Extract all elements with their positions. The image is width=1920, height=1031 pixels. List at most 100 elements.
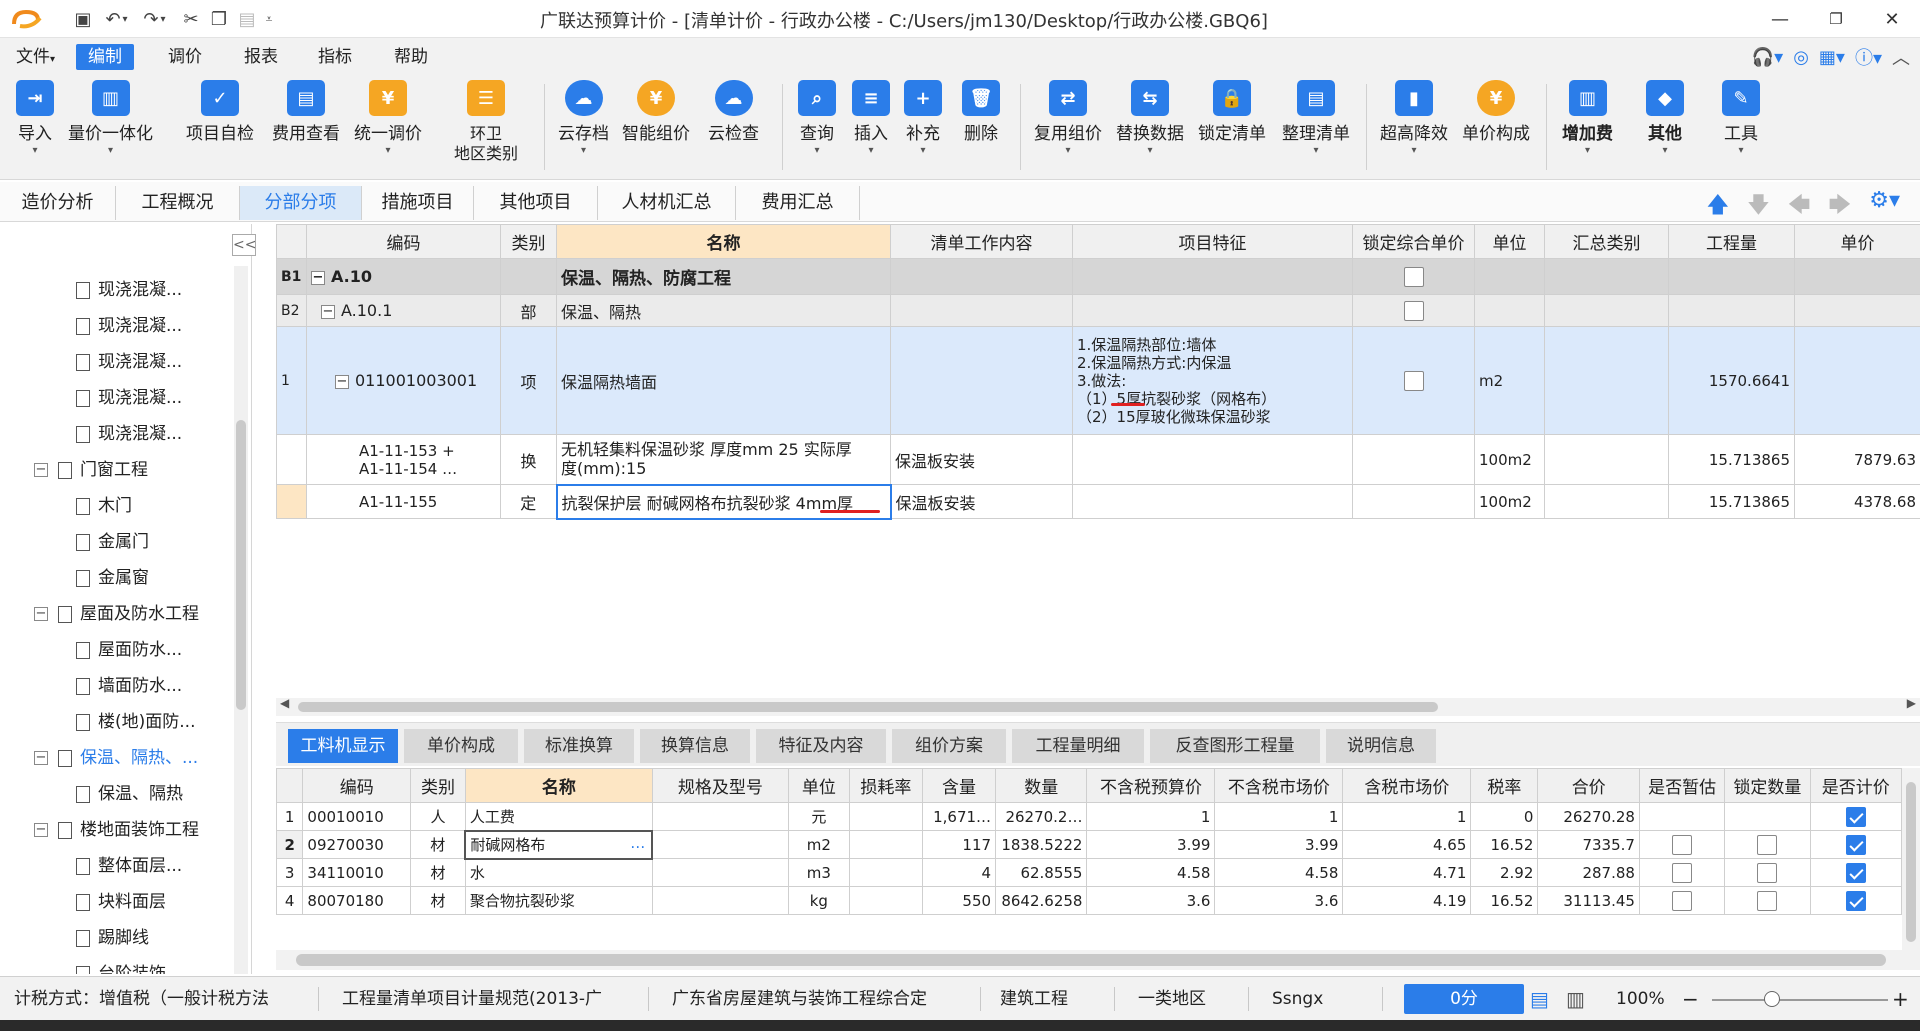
tab-pricing-scheme[interactable]: 组价方案: [892, 729, 1006, 763]
header-lock-quantity[interactable]: 锁定数量: [1724, 768, 1811, 803]
cell-unit[interactable]: m2: [787, 830, 850, 859]
copy-icon[interactable]: ❐: [206, 6, 232, 32]
tab-description[interactable]: 说明信息: [1326, 729, 1436, 763]
cell-content[interactable]: 4: [921, 858, 997, 887]
cell-lockq[interactable]: [1724, 802, 1811, 831]
tree-node[interactable]: 现浇混凝...: [0, 380, 232, 416]
cell-est[interactable]: [1638, 830, 1726, 859]
import-button[interactable]: ⇥ 导入 ▾: [16, 80, 54, 156]
tree-node[interactable]: 金属门: [0, 524, 232, 560]
supplement-button[interactable]: + 补充 ▾: [904, 80, 942, 156]
cell-loss[interactable]: [848, 802, 923, 831]
cell-tax[interactable]: 16.52: [1470, 830, 1539, 859]
organize-button[interactable]: ▤ 整理清单 ▾: [1282, 80, 1350, 156]
header-lock-price[interactable]: 锁定综合单价: [1352, 224, 1475, 259]
unify-price-button[interactable]: ¥ 统一调价 ▾: [354, 80, 422, 156]
save-icon[interactable]: ▣: [70, 6, 96, 32]
priced-checkbox[interactable]: [1845, 862, 1866, 883]
region-button[interactable]: ☰ 环卫 地区类别: [454, 80, 518, 164]
tree-node[interactable]: 现浇混凝...: [0, 308, 232, 344]
cell-name[interactable]: 水: [464, 858, 653, 887]
row-code[interactable]: A1-11-155: [306, 484, 501, 519]
headset-icon[interactable]: 🎧▾: [1752, 47, 1783, 68]
collapse-icon[interactable]: −: [34, 751, 48, 765]
priced-checkbox[interactable]: [1845, 890, 1866, 911]
tree-node[interactable]: 现浇混凝...: [0, 416, 232, 452]
table-row[interactable]: 1 −011001003001 项 保温隔热墙面 1.保温隔热部位:墙体 2.保…: [276, 326, 1920, 435]
row-feature[interactable]: 1.保温隔热部位:墙体 2.保温隔热方式:内保温 3.做法: （1）5厚抗裂砂浆…: [1072, 326, 1353, 435]
tab-cost-analysis[interactable]: 造价分析: [0, 186, 116, 220]
lock-checkbox[interactable]: [1403, 370, 1424, 391]
header-name[interactable]: 名称: [556, 224, 891, 259]
cell-unit[interactable]: 元: [787, 802, 850, 831]
close-button[interactable]: ✕: [1872, 4, 1912, 34]
cell-code[interactable]: 09270030: [302, 830, 412, 859]
cell-total[interactable]: 31113.45: [1537, 886, 1640, 915]
cell-code[interactable]: 00010010: [302, 802, 412, 831]
menu-report[interactable]: 报表: [232, 44, 290, 70]
cell-lockq[interactable]: [1724, 830, 1811, 859]
tab-reverse-lookup[interactable]: 反查图形工程量: [1150, 729, 1320, 763]
move-down-icon[interactable]: 🡇: [1747, 188, 1770, 226]
row-name[interactable]: 保温、隔热、防腐工程: [556, 258, 891, 295]
cell-name[interactable]: 人工费: [464, 802, 653, 831]
zoom-out-icon[interactable]: −: [1682, 987, 1699, 1011]
tab-material-summary[interactable]: 人材机汇总: [598, 186, 736, 220]
header-summary-type[interactable]: 汇总类别: [1544, 224, 1669, 259]
collapse-icon[interactable]: −: [34, 607, 48, 621]
cell-priced[interactable]: [1809, 886, 1903, 915]
materials-row[interactable]: 1 00010010 人人工费元 1,671… 26270.2… 1 1 1 0 26270.28: [275, 802, 1903, 831]
cell-qty[interactable]: 8642.6258: [995, 886, 1088, 915]
tree-node[interactable]: 现浇混凝...: [0, 272, 232, 308]
header-work-content[interactable]: 清单工作内容: [890, 224, 1073, 259]
collapse-icon[interactable]: −: [34, 823, 48, 837]
priced-checkbox[interactable]: [1845, 806, 1866, 827]
materials-scroll-thumb[interactable]: [296, 954, 1886, 966]
row-name[interactable]: 保温、隔热: [556, 294, 891, 327]
redo-dropdown-icon[interactable]: ▾: [156, 6, 170, 32]
collapse-icon[interactable]: −: [321, 304, 335, 319]
lock-checkbox[interactable]: [1403, 300, 1424, 321]
grid-scroll-thumb[interactable]: [298, 702, 1438, 712]
unit-price-button[interactable]: ¥ 单价构成: [1462, 80, 1530, 144]
reuse-button[interactable]: ⇄ 复用组价 ▾: [1034, 80, 1102, 156]
other-button[interactable]: ◆ 其他 ▾: [1646, 80, 1684, 156]
tab-measures[interactable]: 措施项目: [362, 186, 474, 220]
cell-total[interactable]: 26270.28: [1537, 802, 1640, 831]
cloud-save-button[interactable]: ☁ 云存档 ▾: [558, 80, 609, 156]
row-name[interactable]: 无机轻集料保温砂浆 厚度mm 25 实际厚 度(mm):15: [556, 434, 891, 485]
lock-checkbox[interactable]: [1403, 266, 1424, 287]
info-icon[interactable]: ⓘ▾: [1855, 44, 1882, 70]
cell-p3[interactable]: 4.65: [1342, 830, 1472, 859]
materials-row[interactable]: 4 80070180 材聚合物抗裂砂浆 kg 550 8642.6258 3.6 3.6 4.1…: [275, 886, 1903, 915]
row-content[interactable]: 保温板安装: [890, 484, 1073, 519]
cell-content[interactable]: 1,671…: [921, 802, 997, 831]
row-code[interactable]: − A.10: [306, 258, 501, 295]
cell-priced[interactable]: [1809, 858, 1903, 887]
lock-list-button[interactable]: 🔒 锁定清单: [1198, 80, 1266, 144]
tool-button[interactable]: ✎ 工具 ▾: [1722, 80, 1760, 156]
header-code[interactable]: 编码: [302, 768, 412, 803]
row-quantity[interactable]: 15.713865: [1668, 484, 1795, 519]
header-quantity[interactable]: 数量: [995, 768, 1088, 803]
tree-node[interactable]: 踢脚线: [0, 920, 232, 956]
tree-node[interactable]: 保温、隔热: [0, 776, 232, 812]
tree-node[interactable]: 整体面层...: [0, 848, 232, 884]
grid-menu-icon[interactable]: ▦▾: [1819, 47, 1845, 68]
row-quantity[interactable]: 1570.6641: [1668, 326, 1795, 435]
tree-node[interactable]: 金属窗: [0, 560, 232, 596]
cell-unit[interactable]: kg: [787, 886, 850, 915]
tree-node[interactable]: 楼(地)面防...: [0, 704, 232, 740]
row-lock[interactable]: [1352, 326, 1475, 435]
cell-total[interactable]: 287.88: [1537, 858, 1640, 887]
cell-p3[interactable]: 4.19: [1342, 886, 1472, 915]
tab-conversion-info[interactable]: 换算信息: [640, 729, 750, 763]
split-view-icon[interactable]: ▥: [1566, 987, 1585, 1011]
table-row[interactable]: B1 − A.10 保温、隔热、防腐工程: [276, 258, 1920, 295]
tab-quantity-detail[interactable]: 工程量明细: [1012, 729, 1144, 763]
header-total[interactable]: 合价: [1537, 768, 1640, 803]
tree-node[interactable]: 屋面防水...: [0, 632, 232, 668]
add-fee-button[interactable]: ▥ 增加费 ▾: [1562, 80, 1613, 156]
menu-help[interactable]: 帮助: [382, 44, 440, 70]
move-left-icon[interactable]: 🡄: [1788, 188, 1811, 226]
